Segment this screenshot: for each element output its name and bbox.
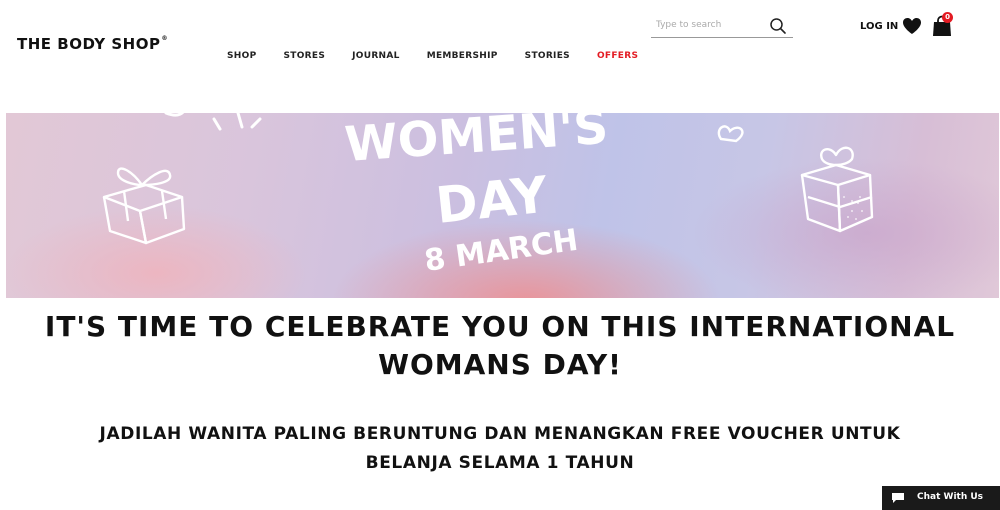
banner-title-line1: WOMEN'S bbox=[343, 113, 610, 173]
brand-logo[interactable]: THE BODY SHOP® bbox=[17, 35, 168, 53]
subheadline-line-2: BELANJA SELAMA 1 TAHUN bbox=[365, 453, 635, 473]
nav-item-membership[interactable]: MEMBERSHIP bbox=[427, 51, 498, 61]
search-input[interactable] bbox=[656, 17, 764, 33]
page-headline: IT'S TIME TO CELEBRATE YOU ON THIS INTER… bbox=[0, 308, 1000, 384]
chat-label: Chat With Us bbox=[917, 492, 984, 502]
search-box bbox=[651, 15, 793, 38]
gift-box-left-icon bbox=[102, 167, 186, 245]
headline-line-2: WOMANS DAY! bbox=[378, 348, 622, 381]
nav-item-journal[interactable]: JOURNAL bbox=[352, 51, 400, 61]
chat-with-us-button[interactable]: Chat With Us bbox=[882, 486, 1000, 510]
headline-line-1: IT'S TIME TO CELEBRATE YOU ON THIS INTER… bbox=[44, 310, 956, 343]
nav-item-stories[interactable]: STORIES bbox=[525, 51, 570, 61]
brand-logo-text: THE BODY SHOP bbox=[17, 35, 161, 53]
registered-mark: ® bbox=[161, 35, 168, 42]
subheadline-line-1: JADILAH WANITA PALING BERUNTUNG DAN MENA… bbox=[99, 424, 901, 444]
heart-icon[interactable] bbox=[902, 17, 922, 35]
cart-count-badge: 0 bbox=[942, 12, 953, 23]
main-nav: SHOP STORES JOURNAL MEMBERSHIP STORIES O… bbox=[227, 51, 638, 61]
nav-item-offers[interactable]: OFFERS bbox=[597, 51, 638, 61]
banner-title-line2: DAY bbox=[433, 166, 551, 235]
chat-bubble-icon bbox=[892, 493, 904, 503]
banner-artwork: WOMEN'S DAY 8 MARCH bbox=[102, 113, 874, 279]
search-icon[interactable] bbox=[769, 17, 787, 35]
promo-subheadline: JADILAH WANITA PALING BERUNTUNG DAN MENA… bbox=[40, 420, 960, 478]
heart-doodle-icon bbox=[717, 125, 744, 143]
nav-item-shop[interactable]: SHOP bbox=[227, 51, 256, 61]
womens-day-banner[interactable]: WOMEN'S DAY 8 MARCH bbox=[6, 113, 999, 298]
login-link[interactable]: LOG IN bbox=[860, 21, 898, 32]
gift-box-right-icon bbox=[800, 146, 874, 233]
nav-item-stores[interactable]: STORES bbox=[283, 51, 325, 61]
site-header: THE BODY SHOP® SHOP STORES JOURNAL MEMBE… bbox=[0, 0, 1000, 113]
